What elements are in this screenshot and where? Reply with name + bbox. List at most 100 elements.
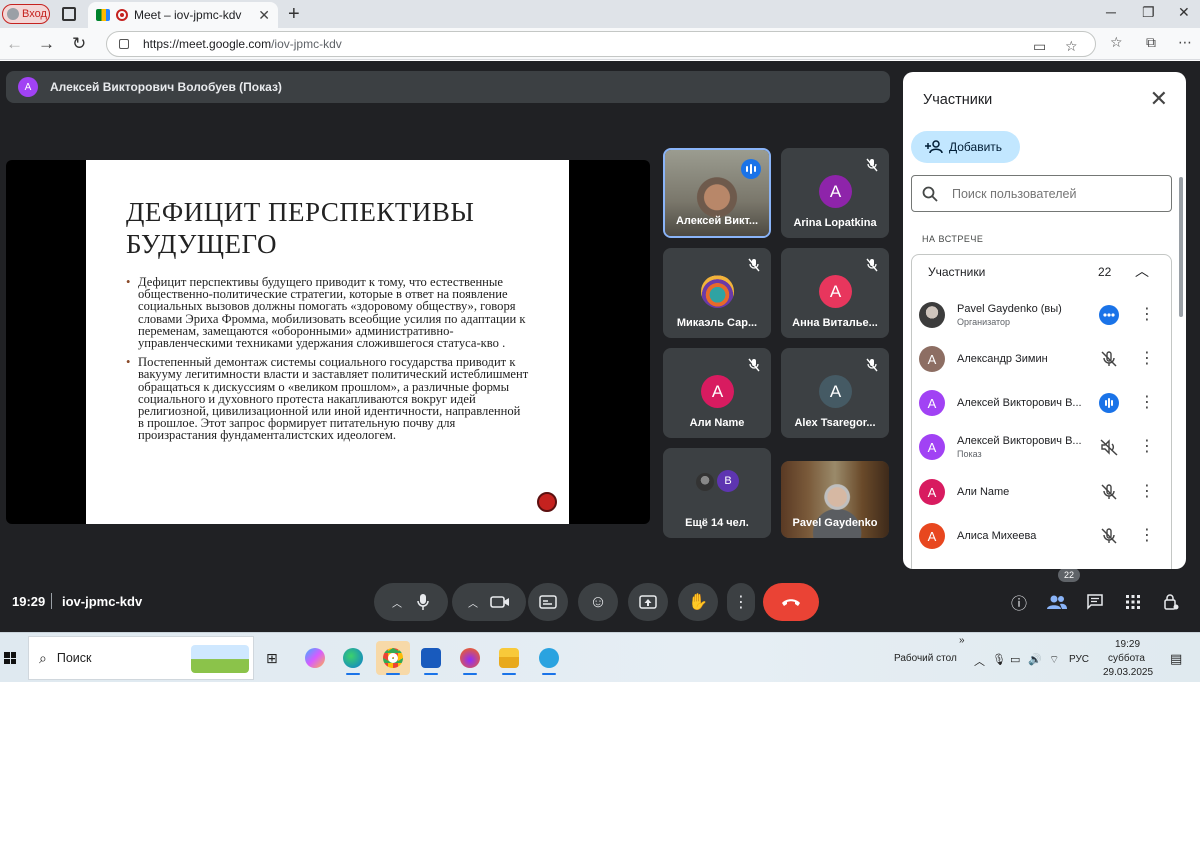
participant-tile[interactable]: А Анна Виталье... [781, 248, 889, 338]
microphone-control[interactable]: ︿ [374, 583, 448, 621]
participant-tile[interactable]: Алексей Викт... [663, 148, 771, 238]
present-button[interactable] [628, 583, 668, 621]
firefox-icon [460, 648, 480, 668]
chat-icon[interactable] [1083, 590, 1107, 614]
taskbar-explorer[interactable] [492, 641, 526, 675]
search-input[interactable] [952, 186, 1132, 201]
taskbar-copilot[interactable] [298, 641, 332, 675]
camera-control[interactable]: ︿ [452, 583, 526, 621]
tab-meet[interactable]: Meet – iov-jpmc-kdv ✕ [88, 2, 278, 28]
divider [51, 593, 52, 609]
close-panel-icon[interactable]: ✕ [1150, 86, 1168, 112]
more-participants-tile[interactable]: В Ещё 14 чел. [663, 448, 771, 538]
chevron-up-icon[interactable]: ︿ [1135, 261, 1149, 281]
more-actions-icon[interactable]: ⋮ [1139, 437, 1155, 457]
reload-icon[interactable]: ↻ [72, 34, 86, 54]
clock-date[interactable]: 29.03.2025 [1103, 667, 1153, 678]
participant-tile[interactable]: Микаэль Сар... [663, 248, 771, 338]
more-vert-icon: ⋮ [733, 594, 749, 611]
camera-in-use-icon[interactable]: ▭ [1033, 38, 1046, 55]
profile-button[interactable]: Вход [2, 4, 50, 24]
more-menu-icon[interactable]: ⋯ [1178, 34, 1192, 51]
task-view-icon[interactable]: ⊞ [266, 650, 278, 667]
leave-call-button[interactable] [763, 583, 819, 621]
tab-actions-icon[interactable] [62, 7, 76, 21]
mic-off-icon [748, 358, 760, 372]
volume-icon[interactable]: 🔊 [1028, 653, 1042, 666]
site-info-icon[interactable] [119, 39, 129, 49]
participant-row[interactable]: А Алексей Викторович В... Показ ⋮ [919, 428, 1164, 468]
collections-icon[interactable]: ⧉ [1146, 34, 1156, 51]
more-actions-icon[interactable]: ⋮ [1139, 393, 1155, 413]
raise-hand-button[interactable]: ✋ [678, 583, 718, 621]
taskbar-chrome[interactable] [376, 641, 410, 675]
language-indicator[interactable]: РУС [1069, 654, 1089, 665]
tray-mic-icon[interactable]: 🎙 [992, 653, 1006, 666]
restore-icon[interactable]: ❐ [1142, 4, 1155, 21]
participant-tile[interactable]: А Али Name [663, 348, 771, 438]
windows-taskbar: ⌕ Поиск ⊞ » Рабочий стол ︿ 🎙 ▭ 🔊 ⌔ РУС 1… [0, 632, 1200, 682]
activities-icon[interactable] [1121, 590, 1145, 614]
more-options-button[interactable]: ⋮ [727, 583, 755, 621]
captions-button[interactable] [528, 583, 568, 621]
overflow-chevron-icon[interactable]: » [959, 635, 965, 646]
more-actions-icon[interactable]: ⋮ [1139, 305, 1155, 325]
meeting-time: 19:29 [12, 594, 46, 609]
people-search[interactable] [911, 175, 1172, 212]
group-header[interactable]: Участники [928, 265, 1158, 279]
participant-row[interactable]: Pavel Gaydenko (вы) Организатор ⋮ [919, 296, 1164, 336]
notifications-icon[interactable]: ▤ [1170, 651, 1182, 667]
taskbar-word[interactable] [414, 641, 448, 675]
participant-row[interactable]: А Али Name ⋮ [919, 473, 1164, 513]
slide-title: ДЕФИЦИТ ПЕРСПЕКТИВЫ БУДУЩЕГО [126, 197, 475, 259]
meet-stage: А Алексей Викторович Волобуев (Показ) ДЕ… [0, 61, 1200, 632]
meeting-info-icon[interactable]: ⓘ [1007, 590, 1031, 614]
taskbar-search[interactable]: ⌕ Поиск [28, 636, 254, 680]
minimize-icon[interactable]: ─ [1106, 4, 1116, 20]
participant-row[interactable]: А Алиса Михеева ⋮ [919, 517, 1164, 557]
clock-time[interactable]: 19:29 [1115, 639, 1140, 650]
emoji-icon: ☺ [589, 592, 607, 611]
favorites-icon[interactable]: ☆ [1110, 34, 1123, 51]
forward-icon[interactable]: → [38, 34, 55, 54]
start-button[interactable] [4, 652, 16, 664]
browser-window: Вход Meet – iov-jpmc-kdv ✕ + ─ ❐ ✕ ← → ↻… [0, 0, 1200, 682]
host-controls-icon[interactable] [1159, 590, 1183, 614]
presenter-avatar: А [18, 77, 38, 97]
participant-tile[interactable]: A Alex Tsaregor... [781, 348, 889, 438]
folder-icon [499, 648, 519, 668]
new-tab-icon[interactable]: + [288, 3, 300, 26]
bookmark-star-icon[interactable]: ☆ [1065, 38, 1078, 55]
taskbar-firefox[interactable] [453, 641, 487, 675]
clock-weekday[interactable]: суббота [1108, 653, 1145, 664]
panel-scrollbar[interactable] [1179, 177, 1183, 317]
running-indicator [502, 673, 516, 675]
more-actions-icon[interactable]: ⋮ [1139, 349, 1155, 369]
back-icon[interactable]: ← [6, 34, 23, 54]
participant-avatar: А [919, 523, 945, 549]
battery-icon[interactable]: ▭ [1010, 653, 1020, 666]
tab-close-icon[interactable]: ✕ [258, 7, 270, 24]
more-actions-icon[interactable]: ⋮ [1139, 482, 1155, 502]
mic-options-chevron-icon[interactable]: ︿ [392, 595, 402, 610]
more-actions-icon[interactable]: ⋮ [1139, 526, 1155, 546]
tray-chevron-icon[interactable]: ︿ [974, 653, 985, 669]
more-participants-label: Ещё 14 чел. [685, 517, 749, 529]
desktop-label[interactable]: Рабочий стол [894, 653, 957, 664]
self-view-tile[interactable]: Pavel Gaydenko [781, 461, 889, 538]
camera-options-chevron-icon[interactable]: ︿ [468, 595, 478, 610]
wifi-icon[interactable]: ⌔ [1049, 653, 1059, 667]
participant-row[interactable]: А Александр Зимин ⋮ [919, 340, 1164, 380]
tab-strip: Вход Meet – iov-jpmc-kdv ✕ + ─ ❐ ✕ [0, 0, 1200, 28]
people-icon[interactable] [1045, 590, 1069, 614]
participant-tile[interactable]: A Arina Lopatkina [781, 148, 889, 238]
reactions-button[interactable]: ☺ [578, 583, 618, 621]
address-bar[interactable]: https://meet.google.com/iov-jpmc-kdv ▭ ☆ [106, 31, 1096, 57]
add-people-button[interactable]: Добавить [911, 131, 1020, 163]
mic-off-icon [866, 258, 878, 272]
close-window-icon[interactable]: ✕ [1178, 4, 1190, 21]
add-people-label: Добавить [949, 140, 1003, 154]
taskbar-telegram[interactable] [532, 641, 566, 675]
taskbar-edge[interactable] [336, 641, 370, 675]
participant-row[interactable]: А Алексей Викторович В... ⋮ [919, 384, 1164, 424]
